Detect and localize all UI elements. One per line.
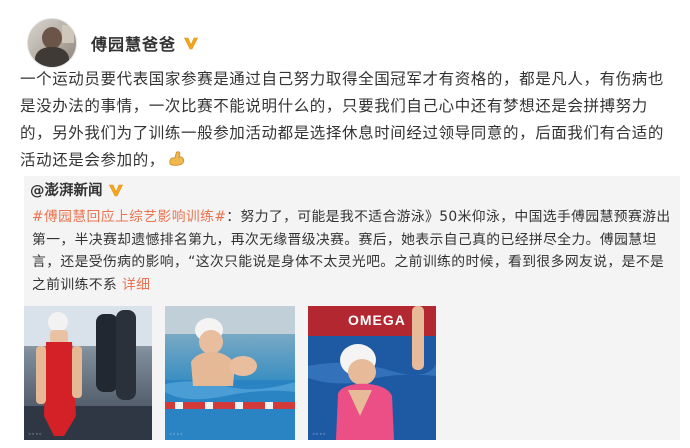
more-link[interactable]: 详细	[122, 277, 150, 293]
repost-author-name[interactable]: @澎湃新闻	[30, 179, 103, 200]
author-name[interactable]: 傅园慧爸爸	[91, 31, 176, 55]
swimmer-in-red-suit-on-pool-deck-photo[interactable]: ◦◦◦◦	[24, 306, 152, 440]
post-text: 一个运动员要代表国家参赛是通过自己努力取得全国冠军才有资格的，都是凡人，有伤病也…	[20, 66, 672, 177]
swimmer-resting-on-lane-rope-photo[interactable]: ◦◦◦◦	[165, 306, 295, 440]
photo-watermark: ◦◦◦◦	[169, 431, 184, 438]
post-header: 傅园慧爸爸	[27, 17, 200, 69]
repost-author[interactable]: @澎湃新闻	[30, 179, 125, 200]
muscle-emoji-icon	[167, 148, 187, 177]
post-body: 一个运动员要代表国家参赛是通过自己努力取得全国冠军才有资格的，都是凡人，有伤病也…	[20, 70, 665, 169]
verified-v-icon	[107, 181, 125, 199]
repost-text: #傅园慧回应上综艺影响训练#：努力了，可能是我不适合游泳》50米仰泳，中国选手傅…	[32, 206, 672, 296]
omega-sponsor-sign: OMEGA	[348, 312, 406, 328]
repost-card[interactable]: @澎湃新闻 #傅园慧回应上综艺影响训练#：努力了，可能是我不适合游泳》50米仰泳…	[24, 176, 680, 440]
verified-v-icon	[182, 34, 200, 52]
avatar[interactable]	[27, 18, 77, 68]
hashtag-link[interactable]: #傅园慧回应上综艺影响训练#	[32, 209, 226, 225]
swimmer-in-pink-suit-raising-arm-photo[interactable]: OMEGA ◦◦◦◦	[308, 306, 436, 440]
photo-watermark: ◦◦◦◦	[312, 431, 327, 438]
photo-watermark: ◦◦◦◦	[28, 431, 43, 438]
